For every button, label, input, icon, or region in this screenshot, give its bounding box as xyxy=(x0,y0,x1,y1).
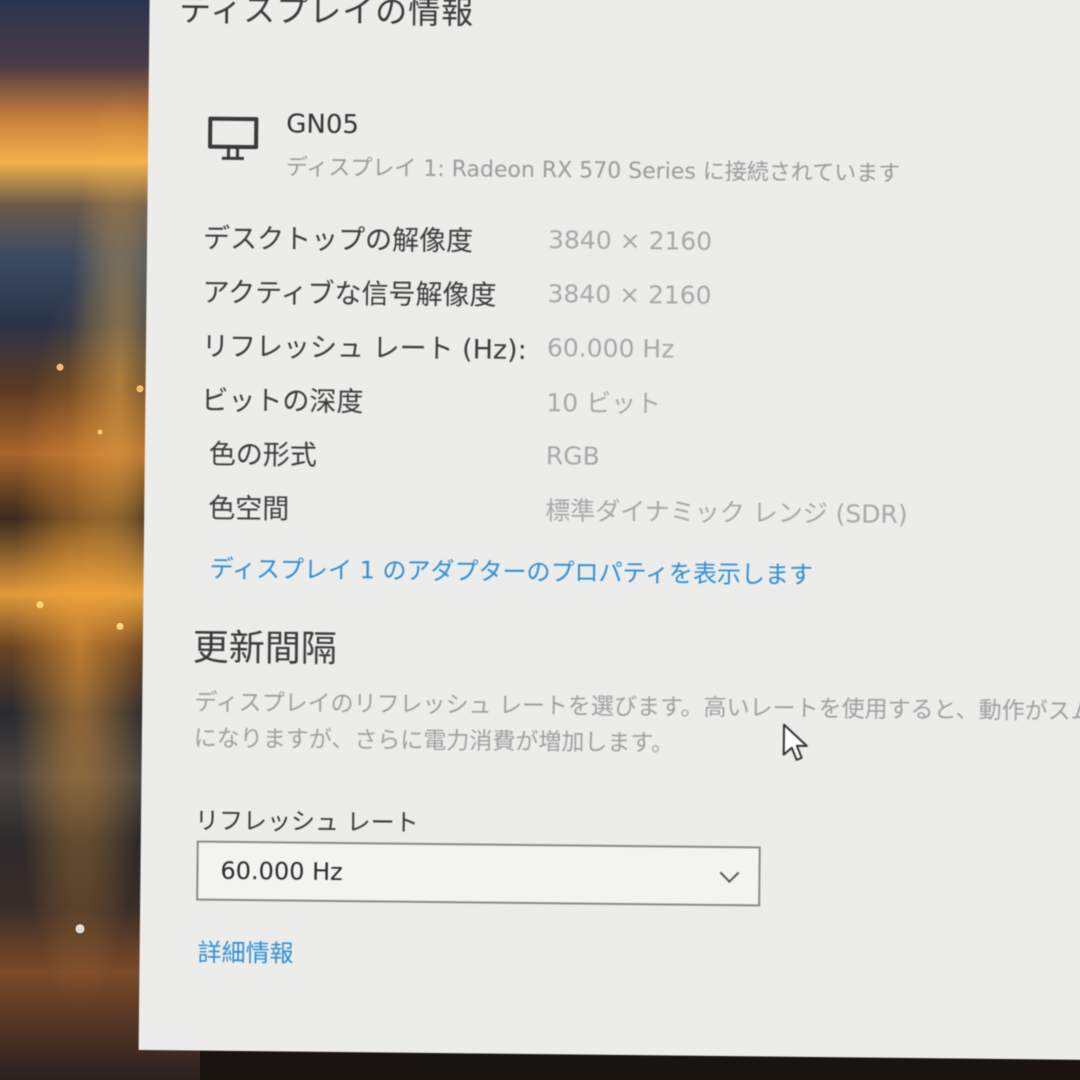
info-value-color-space: 標準ダイナミック レンジ (SDR) xyxy=(545,496,908,529)
settings-window: ディスプレイの情報 GN05 ディスプレイ 1: Radeon RX 570 S… xyxy=(138,0,1080,1060)
more-info-link[interactable]: 詳細情報 xyxy=(197,933,293,969)
info-value-color-format: RGB xyxy=(545,440,600,471)
info-value-bit-depth: 10 ビット xyxy=(546,388,662,419)
info-row: リフレッシュ レート (Hz): 60.000 Hz xyxy=(202,317,910,378)
info-label-bit-depth: ビットの深度 xyxy=(201,385,364,418)
refresh-rate-selected-value: 60.000 Hz xyxy=(220,856,343,887)
screen: ディスプレイの情報 GN05 ディスプレイ 1: Radeon RX 570 S… xyxy=(0,0,1080,1080)
page-title: ディスプレイの情報 xyxy=(179,0,475,32)
refresh-section-title: 更新間隔 xyxy=(192,627,338,670)
info-row: 色空間 標準ダイナミック レンジ (SDR) xyxy=(200,479,908,540)
info-label-color-format: 色の形式 xyxy=(208,439,317,472)
info-row: アクティブな信号解像度 3840 × 2160 xyxy=(202,263,910,324)
display-info-table: デスクトップの解像度 3840 × 2160 アクティブな信号解像度 3840 … xyxy=(200,209,911,540)
info-value-desktop-resolution: 3840 × 2160 xyxy=(547,224,713,256)
info-value-refresh-rate: 60.000 Hz xyxy=(546,332,675,364)
monitor-icon xyxy=(206,115,262,164)
refresh-rate-dropdown[interactable]: 60.000 Hz xyxy=(196,840,761,907)
chevron-down-icon xyxy=(719,863,740,884)
info-label-desktop-resolution: デスクトップの解像度 xyxy=(202,223,474,257)
monitor-connection: ディスプレイ 1: Radeon RX 570 Series に接続されています xyxy=(285,155,901,187)
info-value-active-signal-resolution: 3840 × 2160 xyxy=(547,278,712,310)
info-row: デスクトップの解像度 3840 × 2160 xyxy=(203,209,911,270)
refresh-rate-label: リフレッシュ レート xyxy=(194,806,419,837)
mouse-pointer-icon xyxy=(782,723,808,761)
monitor-name: GN05 xyxy=(286,109,360,141)
adapter-properties-link[interactable]: ディスプレイ 1 のアダプターのプロパティを表示します xyxy=(209,549,813,590)
info-row: ビットの深度 10 ビット xyxy=(201,371,909,432)
info-label-refresh-rate: リフレッシュ レート (Hz): xyxy=(201,331,527,366)
info-label-active-signal-resolution: アクティブな信号解像度 xyxy=(202,277,497,312)
info-row: 色の形式 RGB xyxy=(201,425,909,486)
monitor-summary: GN05 ディスプレイ 1: Radeon RX 570 Series に接続さ… xyxy=(206,109,901,188)
refresh-section-description: ディスプレイのリフレッシュ レートを選びます。高いレートを使用すると、動作がスム… xyxy=(194,685,1080,766)
info-label-color-space: 色空間 xyxy=(208,493,290,525)
